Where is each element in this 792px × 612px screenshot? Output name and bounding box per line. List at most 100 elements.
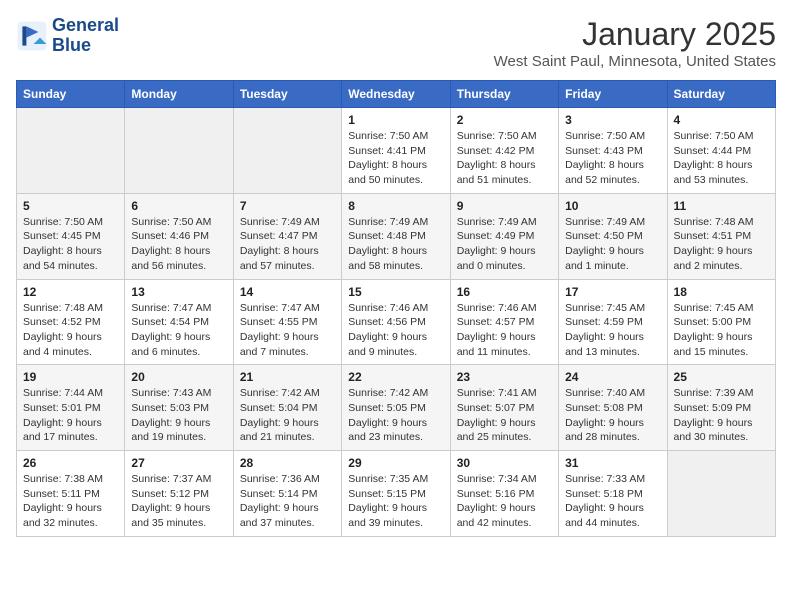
day-info: Sunrise: 7:40 AM Sunset: 5:08 PM Dayligh… bbox=[565, 386, 660, 445]
day-number: 18 bbox=[674, 285, 769, 299]
day-number: 22 bbox=[348, 370, 443, 384]
day-number: 2 bbox=[457, 113, 552, 127]
calendar-cell: 1 Sunrise: 7:50 AM Sunset: 4:41 PM Daylig… bbox=[342, 108, 450, 194]
day-number: 9 bbox=[457, 199, 552, 213]
calendar-week-row: 19Sunrise: 7:44 AM Sunset: 5:01 PM Dayli… bbox=[17, 365, 776, 451]
calendar-cell bbox=[17, 108, 125, 194]
day-info: Sunrise: 7:41 AM Sunset: 5:07 PM Dayligh… bbox=[457, 386, 552, 445]
calendar-cell: 20 Sunrise: 7:43 AM Sunset: 5:03 PM Dayli… bbox=[125, 365, 233, 451]
calendar-week-row: 12 Sunrise: 7:48 AM Sunset: 4:52 PM Dayli… bbox=[17, 279, 776, 365]
calendar-cell: 16 Sunrise: 7:46 AM Sunset: 4:57 PM Dayli… bbox=[450, 279, 558, 365]
calendar-cell: 29 Sunrise: 7:35 AM Sunset: 5:15 PM Dayli… bbox=[342, 451, 450, 537]
calendar-cell: 25Sunrise: 7:39 AM Sunset: 5:09 PM Dayli… bbox=[667, 365, 775, 451]
calendar-cell: 19Sunrise: 7:44 AM Sunset: 5:01 PM Dayli… bbox=[17, 365, 125, 451]
day-number: 28 bbox=[240, 456, 335, 470]
calendar-header-row: SundayMondayTuesdayWednesdayThursdayFrid… bbox=[17, 81, 776, 108]
day-of-week-header: Thursday bbox=[450, 81, 558, 108]
day-number: 4 bbox=[674, 113, 769, 127]
day-number: 3 bbox=[565, 113, 660, 127]
day-number: 20 bbox=[131, 370, 226, 384]
calendar-cell bbox=[233, 108, 341, 194]
day-number: 19 bbox=[23, 370, 118, 384]
day-info: Sunrise: 7:50 AM Sunset: 4:44 PM Dayligh… bbox=[674, 129, 769, 188]
day-info: Sunrise: 7:46 AM Sunset: 4:57 PM Dayligh… bbox=[457, 301, 552, 360]
calendar-cell: 18Sunrise: 7:45 AM Sunset: 5:00 PM Dayli… bbox=[667, 279, 775, 365]
logo: General Blue bbox=[16, 16, 119, 56]
day-of-week-header: Tuesday bbox=[233, 81, 341, 108]
day-info: Sunrise: 7:39 AM Sunset: 5:09 PM Dayligh… bbox=[674, 386, 769, 445]
day-info: Sunrise: 7:50 AM Sunset: 4:42 PM Dayligh… bbox=[457, 129, 552, 188]
calendar-week-row: 1 Sunrise: 7:50 AM Sunset: 4:41 PM Daylig… bbox=[17, 108, 776, 194]
day-info: Sunrise: 7:49 AM Sunset: 4:48 PM Dayligh… bbox=[348, 215, 443, 274]
day-number: 1 bbox=[348, 113, 443, 127]
day-info: Sunrise: 7:48 AM Sunset: 4:52 PM Dayligh… bbox=[23, 301, 118, 360]
day-number: 17 bbox=[565, 285, 660, 299]
page-header: General Blue January 2025 West Saint Pau… bbox=[16, 16, 776, 70]
day-info: Sunrise: 7:43 AM Sunset: 5:03 PM Dayligh… bbox=[131, 386, 226, 445]
calendar-cell: 28 Sunrise: 7:36 AM Sunset: 5:14 PM Dayli… bbox=[233, 451, 341, 537]
calendar-cell: 10Sunrise: 7:49 AM Sunset: 4:50 PM Dayli… bbox=[559, 193, 667, 279]
day-info: Sunrise: 7:33 AM Sunset: 5:18 PM Dayligh… bbox=[565, 472, 660, 531]
calendar-cell: 8Sunrise: 7:49 AM Sunset: 4:48 PM Daylig… bbox=[342, 193, 450, 279]
calendar-cell: 23 Sunrise: 7:41 AM Sunset: 5:07 PM Dayli… bbox=[450, 365, 558, 451]
day-number: 13 bbox=[131, 285, 226, 299]
day-number: 29 bbox=[348, 456, 443, 470]
day-number: 11 bbox=[674, 199, 769, 213]
day-of-week-header: Saturday bbox=[667, 81, 775, 108]
calendar-cell: 27 Sunrise: 7:37 AM Sunset: 5:12 PM Dayli… bbox=[125, 451, 233, 537]
day-info: Sunrise: 7:50 AM Sunset: 4:41 PM Dayligh… bbox=[348, 129, 443, 188]
day-info: Sunrise: 7:50 AM Sunset: 4:43 PM Dayligh… bbox=[565, 129, 660, 188]
day-info: Sunrise: 7:47 AM Sunset: 4:55 PM Dayligh… bbox=[240, 301, 335, 360]
calendar-cell: 2 Sunrise: 7:50 AM Sunset: 4:42 PM Daylig… bbox=[450, 108, 558, 194]
day-number: 24 bbox=[565, 370, 660, 384]
month-title: January 2025 bbox=[494, 16, 776, 53]
day-info: Sunrise: 7:50 AM Sunset: 4:45 PM Dayligh… bbox=[23, 215, 118, 274]
calendar-cell: 5 Sunrise: 7:50 AM Sunset: 4:45 PM Daylig… bbox=[17, 193, 125, 279]
calendar-cell: 4 Sunrise: 7:50 AM Sunset: 4:44 PM Daylig… bbox=[667, 108, 775, 194]
day-number: 16 bbox=[457, 285, 552, 299]
day-info: Sunrise: 7:45 AM Sunset: 4:59 PM Dayligh… bbox=[565, 301, 660, 360]
calendar-cell: 11 Sunrise: 7:48 AM Sunset: 4:51 PM Dayli… bbox=[667, 193, 775, 279]
day-number: 6 bbox=[131, 199, 226, 213]
day-of-week-header: Wednesday bbox=[342, 81, 450, 108]
title-block: January 2025 West Saint Paul, Minnesota,… bbox=[494, 16, 776, 70]
day-number: 15 bbox=[348, 285, 443, 299]
day-number: 14 bbox=[240, 285, 335, 299]
day-info: Sunrise: 7:49 AM Sunset: 4:49 PM Dayligh… bbox=[457, 215, 552, 274]
day-info: Sunrise: 7:36 AM Sunset: 5:14 PM Dayligh… bbox=[240, 472, 335, 531]
calendar-cell: 12 Sunrise: 7:48 AM Sunset: 4:52 PM Dayli… bbox=[17, 279, 125, 365]
calendar-cell: 30Sunrise: 7:34 AM Sunset: 5:16 PM Dayli… bbox=[450, 451, 558, 537]
calendar-cell bbox=[667, 451, 775, 537]
day-info: Sunrise: 7:42 AM Sunset: 5:05 PM Dayligh… bbox=[348, 386, 443, 445]
calendar-cell: 3 Sunrise: 7:50 AM Sunset: 4:43 PM Daylig… bbox=[559, 108, 667, 194]
logo-icon bbox=[16, 20, 48, 52]
day-info: Sunrise: 7:47 AM Sunset: 4:54 PM Dayligh… bbox=[131, 301, 226, 360]
calendar-week-row: 26 Sunrise: 7:38 AM Sunset: 5:11 PM Dayli… bbox=[17, 451, 776, 537]
day-info: Sunrise: 7:46 AM Sunset: 4:56 PM Dayligh… bbox=[348, 301, 443, 360]
calendar-cell: 14 Sunrise: 7:47 AM Sunset: 4:55 PM Dayli… bbox=[233, 279, 341, 365]
calendar-cell: 15 Sunrise: 7:46 AM Sunset: 4:56 PM Dayli… bbox=[342, 279, 450, 365]
day-of-week-header: Friday bbox=[559, 81, 667, 108]
calendar-cell: 6 Sunrise: 7:50 AM Sunset: 4:46 PM Daylig… bbox=[125, 193, 233, 279]
day-number: 23 bbox=[457, 370, 552, 384]
day-number: 5 bbox=[23, 199, 118, 213]
day-info: Sunrise: 7:48 AM Sunset: 4:51 PM Dayligh… bbox=[674, 215, 769, 274]
day-info: Sunrise: 7:50 AM Sunset: 4:46 PM Dayligh… bbox=[131, 215, 226, 274]
day-info: Sunrise: 7:38 AM Sunset: 5:11 PM Dayligh… bbox=[23, 472, 118, 531]
calendar-cell: 7 Sunrise: 7:49 AM Sunset: 4:47 PM Daylig… bbox=[233, 193, 341, 279]
day-of-week-header: Monday bbox=[125, 81, 233, 108]
day-info: Sunrise: 7:49 AM Sunset: 4:47 PM Dayligh… bbox=[240, 215, 335, 274]
day-info: Sunrise: 7:42 AM Sunset: 5:04 PM Dayligh… bbox=[240, 386, 335, 445]
day-number: 27 bbox=[131, 456, 226, 470]
day-info: Sunrise: 7:37 AM Sunset: 5:12 PM Dayligh… bbox=[131, 472, 226, 531]
day-info: Sunrise: 7:49 AM Sunset: 4:50 PM Dayligh… bbox=[565, 215, 660, 274]
day-number: 12 bbox=[23, 285, 118, 299]
calendar-cell: 26 Sunrise: 7:38 AM Sunset: 5:11 PM Dayli… bbox=[17, 451, 125, 537]
calendar-cell bbox=[125, 108, 233, 194]
day-number: 7 bbox=[240, 199, 335, 213]
day-info: Sunrise: 7:35 AM Sunset: 5:15 PM Dayligh… bbox=[348, 472, 443, 531]
day-number: 26 bbox=[23, 456, 118, 470]
day-of-week-header: Sunday bbox=[17, 81, 125, 108]
calendar-cell: 31 Sunrise: 7:33 AM Sunset: 5:18 PM Dayli… bbox=[559, 451, 667, 537]
day-number: 31 bbox=[565, 456, 660, 470]
